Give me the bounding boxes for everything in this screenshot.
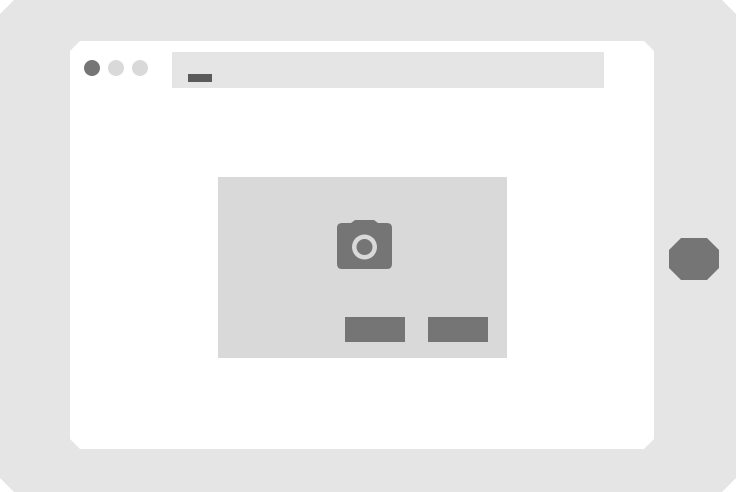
window-maximize-dot[interactable] xyxy=(132,60,148,76)
tablet-screen xyxy=(70,41,654,449)
window-minimize-dot[interactable] xyxy=(108,60,124,76)
camera-icon xyxy=(337,220,392,269)
dialog-button-secondary[interactable] xyxy=(428,317,488,342)
tablet-device xyxy=(0,0,736,492)
photo-dialog xyxy=(218,177,507,358)
home-button[interactable] xyxy=(669,238,719,280)
address-text-placeholder xyxy=(188,74,212,82)
address-bar[interactable] xyxy=(172,52,604,88)
window-close-dot[interactable] xyxy=(84,60,100,76)
dialog-button-primary[interactable] xyxy=(345,317,405,342)
